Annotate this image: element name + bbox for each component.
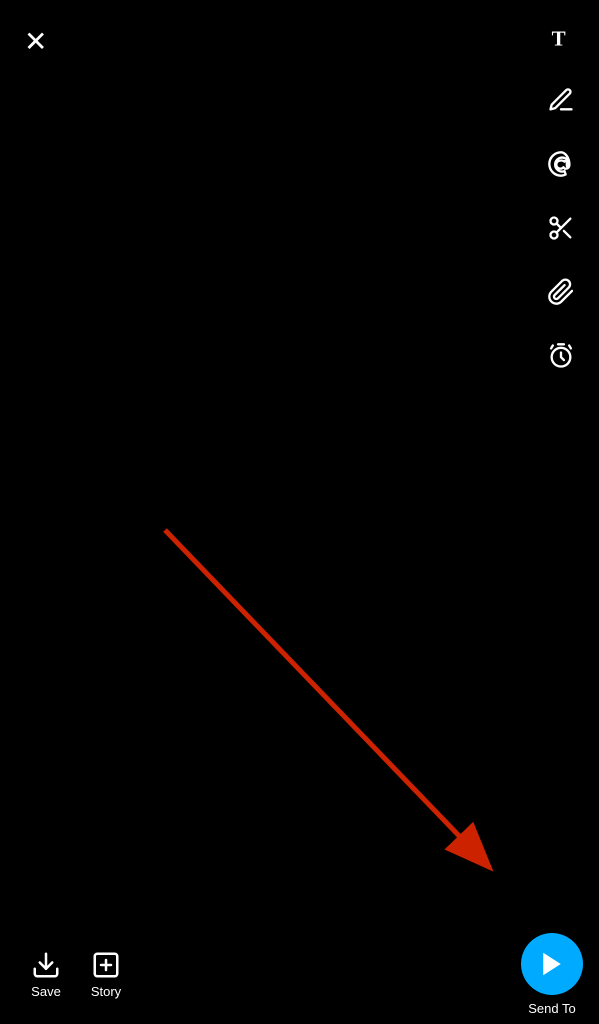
send-to-icon [537, 949, 567, 979]
send-to-button[interactable]: Send To [521, 933, 583, 1016]
send-to-circle [521, 933, 583, 995]
pen-tool-button[interactable] [543, 82, 579, 118]
story-label: Story [91, 984, 121, 999]
timer-tool-button[interactable] [543, 338, 579, 374]
scissors-tool-button[interactable] [543, 210, 579, 246]
svg-text:T: T [552, 26, 566, 50]
annotation-arrow [0, 0, 599, 1024]
text-tool-button[interactable]: T [543, 18, 579, 54]
save-label: Save [31, 984, 61, 999]
right-toolbar: T [543, 18, 579, 374]
sticker-tool-button[interactable] [543, 146, 579, 182]
close-button[interactable]: ✕ [24, 28, 47, 56]
link-tool-button[interactable] [543, 274, 579, 310]
save-button[interactable]: Save [16, 950, 76, 999]
send-to-label: Send To [528, 1001, 575, 1016]
save-icon [31, 950, 61, 980]
bottom-bar: Save Story Send To [0, 924, 599, 1024]
story-icon [91, 950, 121, 980]
story-button[interactable]: Story [76, 950, 136, 999]
